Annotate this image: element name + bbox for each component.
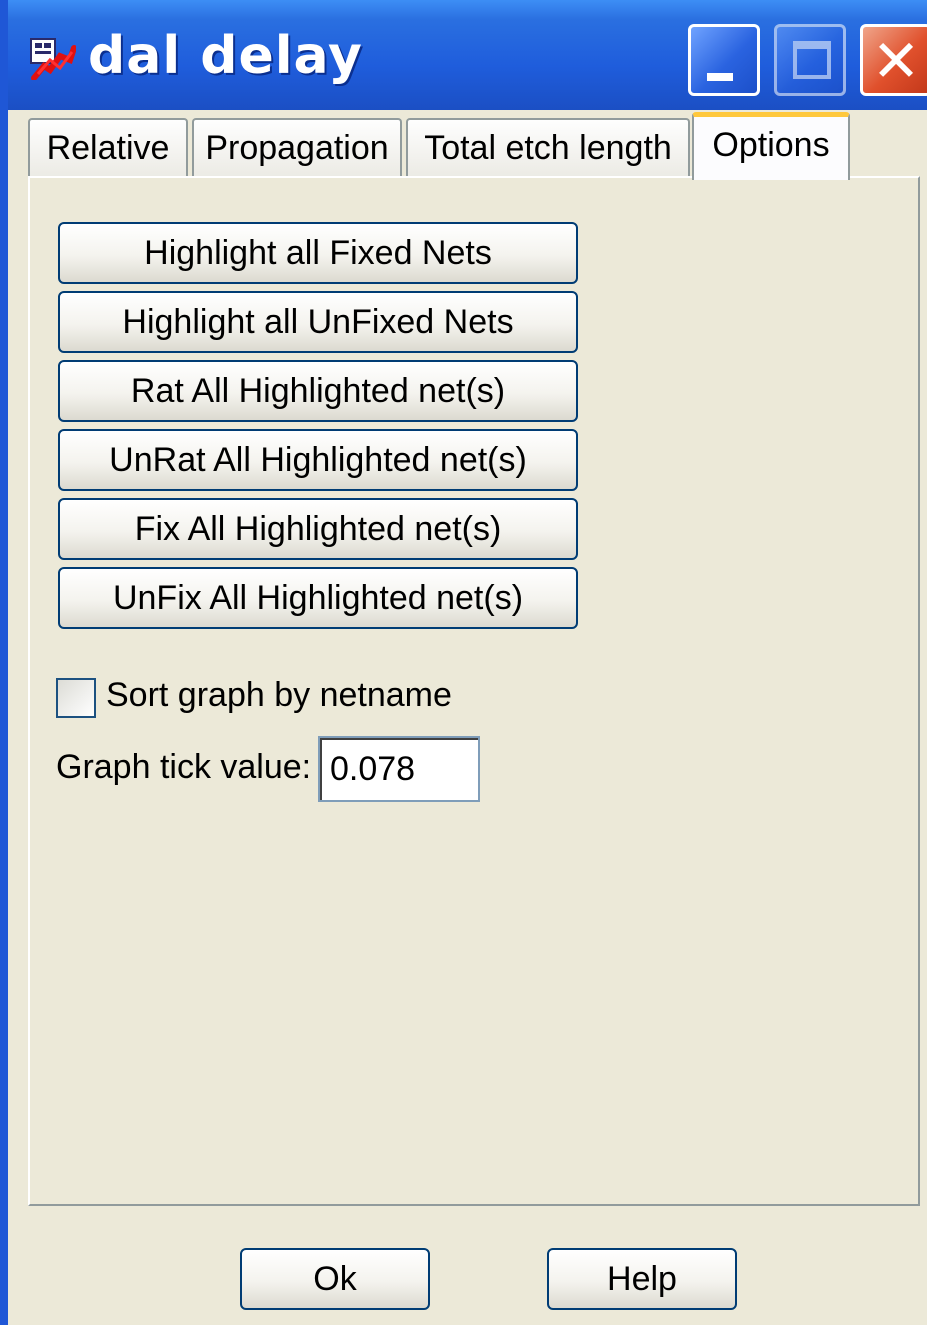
allegro-app-icon — [30, 38, 76, 80]
maximize-icon — [793, 41, 831, 79]
ok-button[interactable]: Ok — [240, 1248, 430, 1310]
title-bar[interactable]: dal delay ✕ — [8, 0, 927, 110]
tab-options[interactable]: Options — [692, 112, 850, 180]
sort-graph-checkbox[interactable] — [56, 678, 96, 718]
tab-relative[interactable]: Relative — [28, 118, 188, 176]
maximize-button[interactable] — [774, 24, 846, 96]
graph-tick-label: Graph tick value: — [56, 748, 312, 786]
fix-highlighted-nets-button[interactable]: Fix All Highlighted net(s) — [58, 498, 578, 560]
graph-tick-input[interactable] — [318, 736, 480, 802]
sort-graph-label[interactable]: Sort graph by netname — [106, 676, 452, 715]
highlight-unfixed-nets-button[interactable]: Highlight all UnFixed Nets — [58, 291, 578, 353]
close-button[interactable]: ✕ — [860, 24, 927, 96]
unfix-highlighted-nets-button[interactable]: UnFix All Highlighted net(s) — [58, 567, 578, 629]
close-icon: ✕ — [871, 27, 921, 95]
minimize-icon — [707, 73, 733, 81]
dialog-window: dal delay ✕ Relative Propagation Total e… — [0, 0, 933, 1325]
help-button[interactable]: Help — [547, 1248, 737, 1310]
highlight-fixed-nets-button[interactable]: Highlight all Fixed Nets — [58, 222, 578, 284]
window-title: dal delay — [88, 26, 363, 86]
tab-total-etch-length[interactable]: Total etch length — [406, 118, 690, 176]
options-panel: Highlight all Fixed Nets Highlight all U… — [28, 176, 920, 1206]
rat-highlighted-nets-button[interactable]: Rat All Highlighted net(s) — [58, 360, 578, 422]
minimize-button[interactable] — [688, 24, 760, 96]
unrat-highlighted-nets-button[interactable]: UnRat All Highlighted net(s) — [58, 429, 578, 491]
tab-propagation[interactable]: Propagation — [192, 118, 402, 176]
